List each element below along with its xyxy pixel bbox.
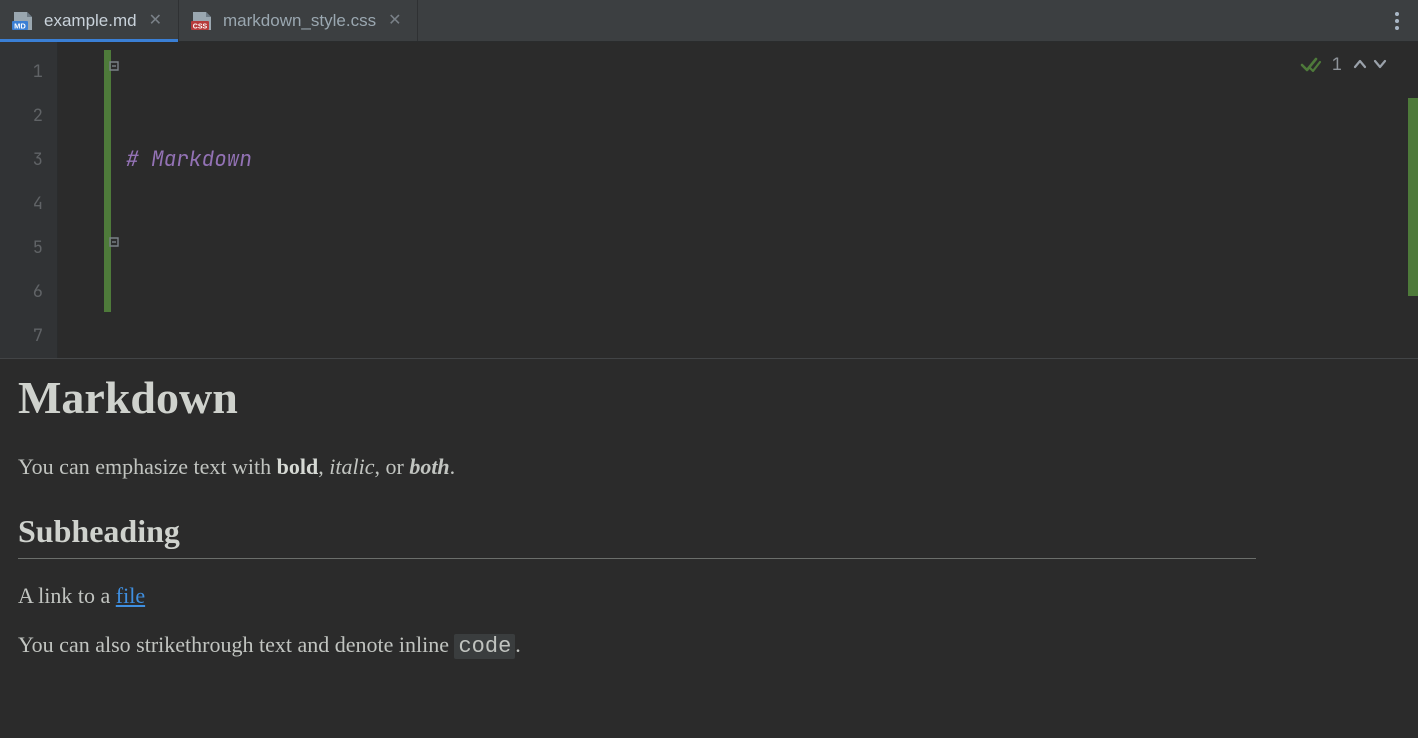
close-icon[interactable]: ✕ xyxy=(147,11,164,31)
code-token: # Markdown xyxy=(126,146,252,173)
line-number: 7 xyxy=(0,314,57,358)
editor-error-stripe[interactable] xyxy=(1404,42,1418,358)
line-number: 6 xyxy=(0,270,57,314)
tab-example-md[interactable]: MD example.md ✕ xyxy=(0,0,179,41)
tab-overflow-menu[interactable] xyxy=(1376,0,1418,41)
preview-inline-code: code xyxy=(454,634,515,659)
markdown-preview: Markdown You can emphasize text with bol… xyxy=(0,358,1418,738)
checkmark-icon xyxy=(1300,56,1322,74)
prev-problem-icon[interactable] xyxy=(1352,55,1368,75)
preview-h1: Markdown xyxy=(18,371,1400,424)
editor-tabbar: MD example.md ✕ CSS markdown_style.css ✕ xyxy=(0,0,1418,42)
preview-paragraph: You can also strikethrough text and deno… xyxy=(18,630,1400,663)
css-file-icon: CSS xyxy=(191,11,213,31)
tab-label: markdown_style.css xyxy=(223,11,376,31)
markdown-file-icon: MD xyxy=(12,11,34,31)
fold-toggle-icon[interactable] xyxy=(108,236,120,248)
preview-paragraph: You can emphasize text with bold, italic… xyxy=(18,452,1400,483)
line-number: 1 xyxy=(0,50,57,94)
line-number: 3 xyxy=(0,138,57,182)
problem-count: 1 xyxy=(1332,54,1342,76)
line-number: 5 xyxy=(0,226,57,270)
svg-text:CSS: CSS xyxy=(193,23,208,30)
tab-markdown-style-css[interactable]: CSS markdown_style.css ✕ xyxy=(179,0,418,41)
preview-link[interactable]: file xyxy=(116,583,145,608)
line-number-gutter: 1 2 3 4 5 6 7 xyxy=(0,42,58,358)
line-number: 4 xyxy=(0,182,57,226)
next-problem-icon[interactable] xyxy=(1372,55,1388,75)
inspection-widget[interactable]: 1 xyxy=(1300,54,1388,76)
preview-paragraph: A link to a file xyxy=(18,581,1400,612)
fold-toggle-icon[interactable] xyxy=(108,60,120,72)
code-area[interactable]: # Markdown You can emphasize text with *… xyxy=(126,42,1418,358)
line-number: 2 xyxy=(0,94,57,138)
fold-gutter xyxy=(58,42,126,358)
tab-label: example.md xyxy=(44,11,137,31)
close-icon[interactable]: ✕ xyxy=(386,11,403,31)
preview-h2: Subheading xyxy=(18,513,1400,550)
vcs-change-stripe xyxy=(104,50,111,312)
code-editor[interactable]: 1 2 3 4 5 6 7 # Markdown You can emphasi… xyxy=(0,42,1418,358)
svg-text:MD: MD xyxy=(14,21,26,30)
vcs-marker xyxy=(1408,98,1418,296)
preview-rule xyxy=(18,558,1256,559)
